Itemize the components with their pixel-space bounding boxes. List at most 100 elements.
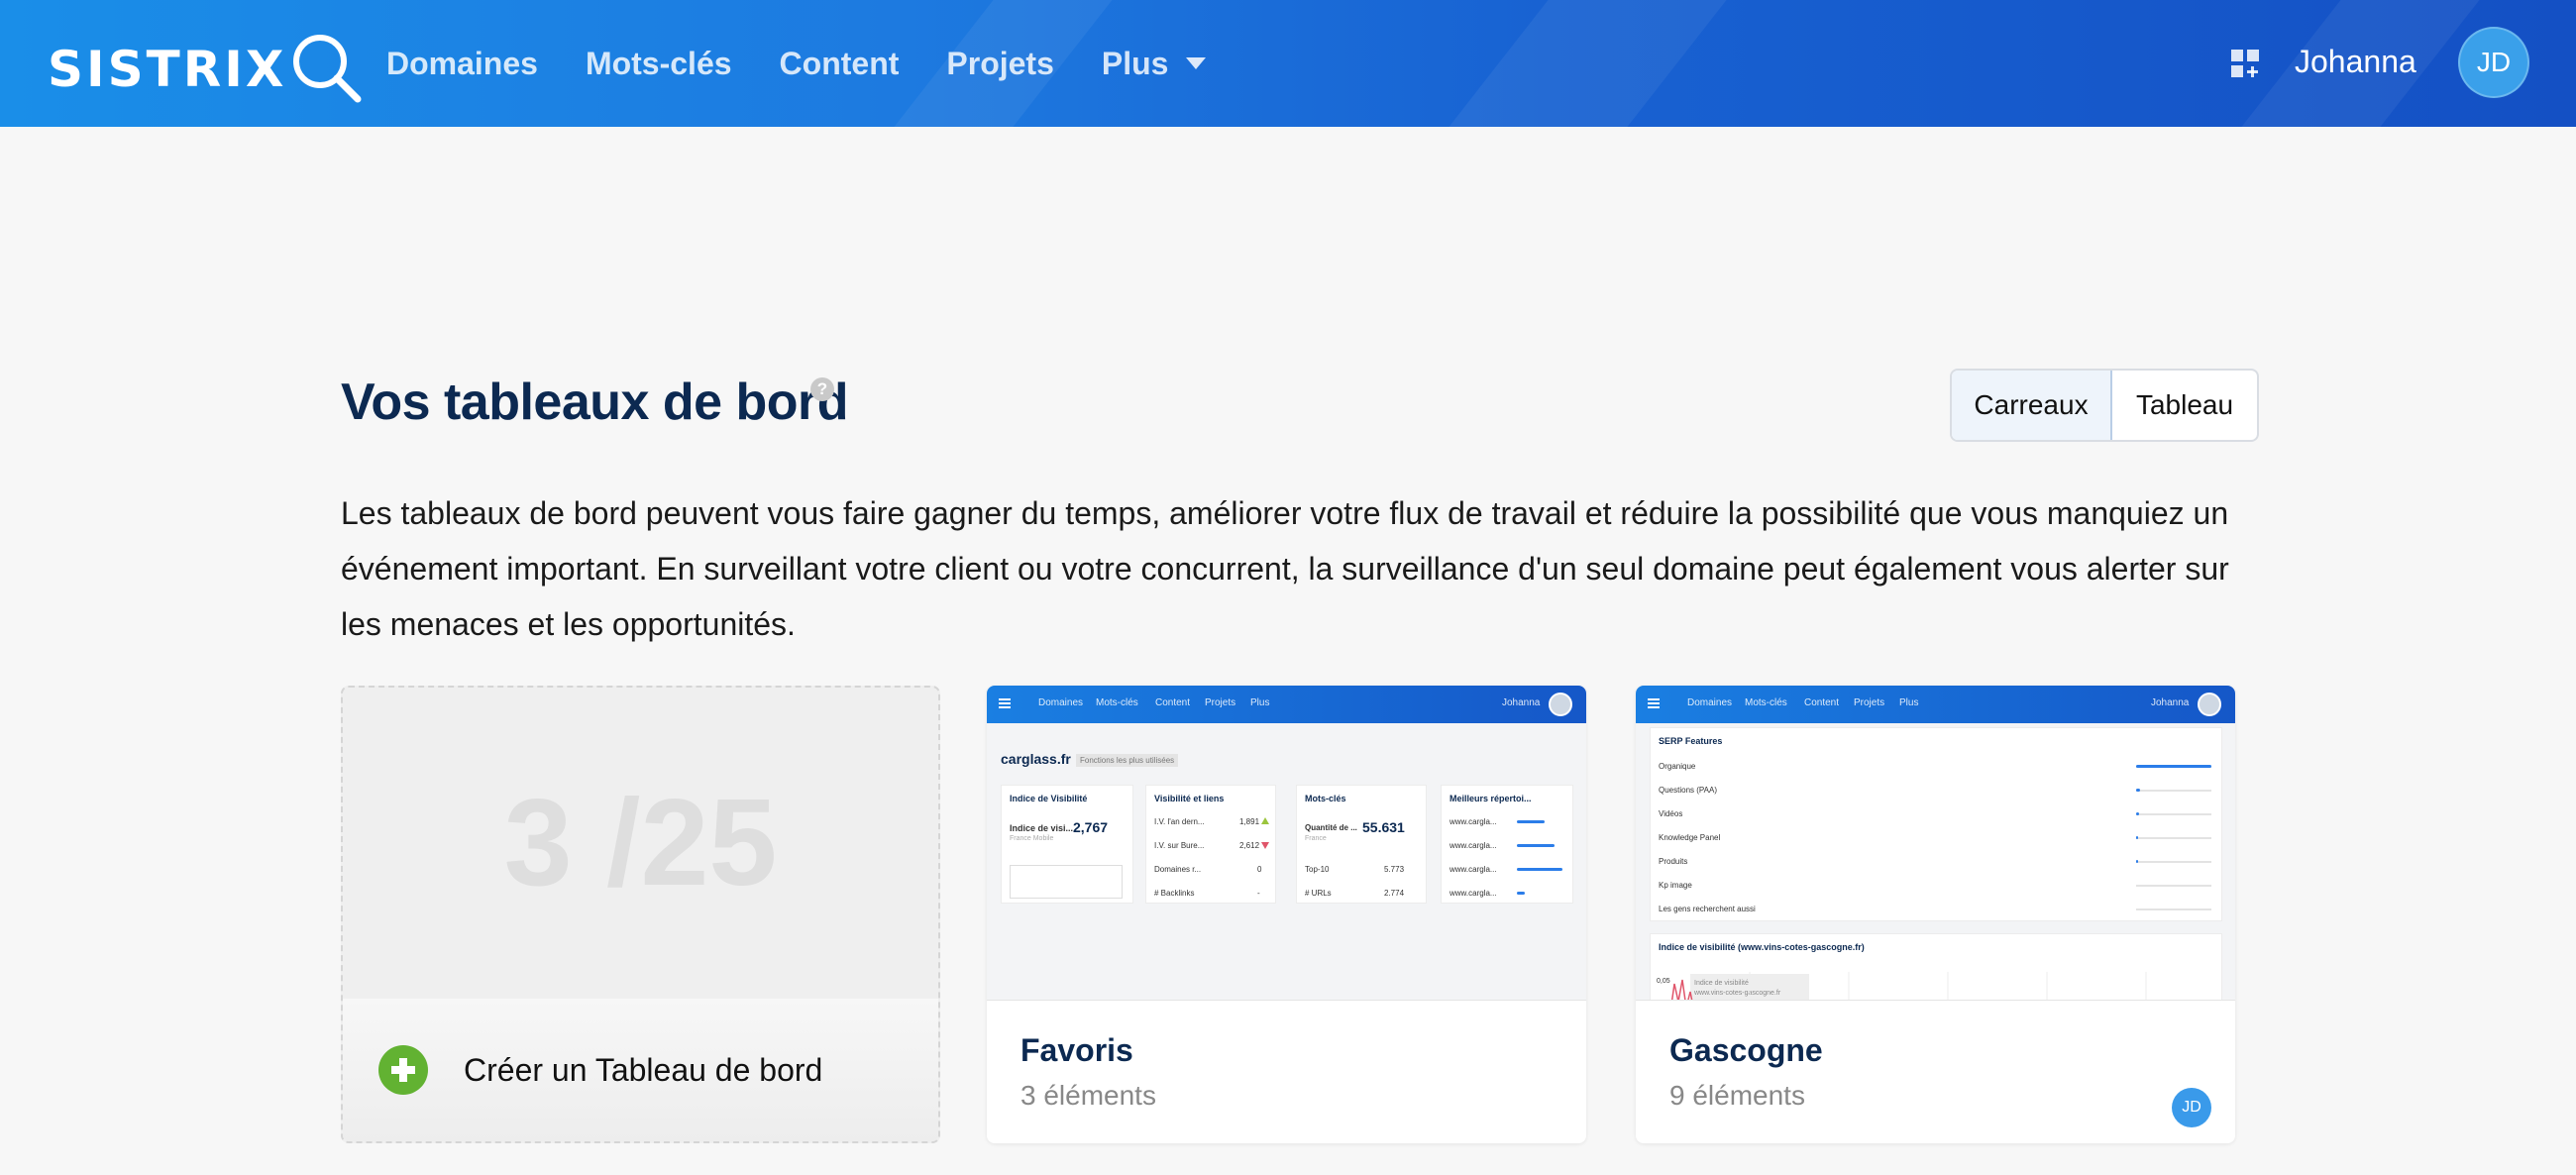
preview-widget-visibility-chart: Indice de visibilité (www.vins-cotes-gas… (1650, 933, 2222, 1000)
plus-icon (391, 1058, 415, 1082)
view-tiles-button[interactable]: Carreaux (1952, 371, 2112, 440)
user-avatar[interactable]: JD (2458, 27, 2529, 98)
card-title[interactable]: Favoris (1020, 1032, 1133, 1069)
trend-up-icon (1261, 817, 1269, 824)
preview-widget-links: Visibilité et liens I.V. l'an dern... 1,… (1145, 785, 1276, 904)
intro-text: Les tableaux de bord peuvent vous faire … (341, 495, 2229, 642)
preview-row-label: I.V. l'an dern... (1154, 817, 1205, 826)
preview-row-label: Kp image (1659, 881, 1692, 890)
preview-row-label: www.cargla... (1449, 817, 1497, 826)
dashboard-preview-gascogne: Domaines Mots-clés Content Projets Plus … (1636, 686, 2235, 1001)
dashboard-card-gascogne[interactable]: Domaines Mots-clés Content Projets Plus … (1636, 686, 2235, 1143)
card-title[interactable]: Gascogne (1669, 1032, 1823, 1069)
preview-avatar (2198, 693, 2221, 716)
preview-track (2136, 837, 2211, 839)
dashboard-quota: 3 /25 (503, 775, 778, 911)
preview-widget-serp: SERP Features Organique Questions (PAA) … (1650, 727, 2222, 921)
preview-avatar (1549, 693, 1572, 716)
preview-widget-title: SERP Features (1659, 736, 1723, 746)
preview-row-label: www.cargla... (1449, 865, 1497, 874)
nav-plus[interactable]: Plus (1102, 46, 1207, 82)
preview-user: Johanna (2151, 697, 2190, 708)
preview-row-label: Les gens recherchent aussi (1659, 905, 1756, 913)
preview-label: Indice de visi... (1010, 823, 1074, 833)
preview-row-value: 2.774 (1384, 889, 1405, 898)
preview-track (2136, 861, 2211, 863)
help-icon[interactable]: ? (810, 377, 834, 401)
create-dashboard-footer[interactable]: Créer un Tableau de bord (343, 999, 938, 1141)
preview-row-value: 5.773 (1384, 865, 1405, 874)
preview-bar (2136, 789, 2140, 792)
header-decoration (1408, 0, 1743, 127)
preview-value: 55.631 (1362, 819, 1405, 835)
preview-nav-item: Domaines (1687, 697, 1733, 708)
preview-bar (2136, 836, 2138, 839)
preview-nav-item: Plus (1899, 697, 1919, 708)
preview-row-label: www.cargla... (1449, 889, 1497, 898)
preview-nav-item: Projets (1854, 697, 1885, 708)
dashboard-card-favoris[interactable]: Domaines Mots-clés Content Projets Plus … (987, 686, 1586, 1143)
preview-bar (2136, 860, 2138, 863)
preview-row-value: 2,612 (1239, 841, 1260, 850)
preview-line-chart (1670, 972, 2147, 1000)
add-widget-grid-icon[interactable] (2231, 50, 2261, 79)
preview-row-label: I.V. sur Bure... (1154, 841, 1205, 850)
card-item-count: 3 éléments (1020, 1080, 1156, 1111)
create-dashboard-label: Créer un Tableau de bord (464, 1051, 823, 1088)
preview-widget-directories: Meilleurs répertoi... www.cargla... www.… (1441, 785, 1573, 904)
chevron-down-icon (1186, 57, 1207, 69)
nav-content[interactable]: Content (780, 46, 900, 82)
preview-row-value: - (1257, 889, 1260, 898)
main-nav: Domaines Mots-clés Content Projets Plus (386, 0, 1207, 127)
preview-tag: Fonctions les plus utilisées (1076, 754, 1179, 767)
preview-widget-title: Indice de visibilité (www.vins-cotes-gas… (1659, 942, 1865, 952)
preview-row-label: Organique (1659, 762, 1696, 771)
nav-mots-cles[interactable]: Mots-clés (586, 46, 732, 82)
user-name[interactable]: Johanna (2295, 44, 2416, 80)
preview-row-label: Questions (PAA) (1659, 786, 1717, 795)
preview-row-label: # URLs (1305, 889, 1332, 898)
plus-circle-icon (378, 1045, 428, 1095)
preview-nav-item: Content (1155, 697, 1191, 708)
preview-track (2136, 790, 2211, 792)
preview-top-bar: Domaines Mots-clés Content Projets Plus … (987, 686, 1586, 723)
top-navigation-bar: SISTRIX Domaines Mots-clés Content Proje… (0, 0, 2576, 127)
preview-row-label: # Backlinks (1154, 889, 1195, 898)
card-info (1636, 1001, 2235, 1143)
preview-widget-title: Indice de Visibilité (1010, 794, 1088, 803)
card-info (987, 1001, 1586, 1143)
preview-row-label: Vidéos (1659, 809, 1683, 818)
trend-down-icon (1261, 842, 1269, 849)
nav-domaines[interactable]: Domaines (386, 46, 538, 82)
preview-row-value: 1,891 (1239, 817, 1260, 826)
sistrix-logo[interactable]: SISTRIX (48, 34, 364, 105)
nav-plus-label: Plus (1101, 45, 1169, 81)
preview-nav-item: Content (1804, 697, 1840, 708)
preview-nav-item: Mots-clés (1096, 697, 1138, 708)
preview-nav-item: Domaines (1038, 697, 1084, 708)
preview-domain: carglass.fr (1001, 751, 1071, 767)
preview-nav-item: Projets (1205, 697, 1236, 708)
nav-projets[interactable]: Projets (946, 46, 1053, 82)
preview-bar (1517, 892, 1525, 895)
preview-row-value: 0 (1257, 865, 1262, 874)
owner-avatar: JD (2172, 1088, 2211, 1127)
preview-widget-title: Mots-clés (1305, 794, 1346, 803)
view-table-button[interactable]: Tableau (2112, 371, 2257, 440)
menu-icon (999, 698, 1011, 708)
create-dashboard-card[interactable]: 3 /25 Créer un Tableau de bord (341, 686, 940, 1143)
preview-widget-title: Meilleurs répertoi... (1449, 794, 1532, 803)
preview-bar (2136, 812, 2139, 815)
logo-text: SISTRIX (48, 41, 287, 98)
card-item-count: 9 éléments (1669, 1080, 1805, 1111)
preview-image-placeholder (1010, 865, 1123, 899)
preview-widget-title: Visibilité et liens (1154, 794, 1225, 803)
preview-track (2136, 813, 2211, 815)
preview-row-label: www.cargla... (1449, 841, 1497, 850)
preview-bar (2136, 765, 2211, 768)
preview-widget-keywords: Mots-clés Quantité de ... 55.631 France … (1296, 785, 1427, 904)
preview-widget-visibility: Indice de Visibilité Indice de visi... 2… (1001, 785, 1133, 904)
page-title: Vos tableaux de bord (341, 374, 849, 431)
preview-user: Johanna (1502, 697, 1541, 708)
preview-bar (1517, 868, 1562, 871)
